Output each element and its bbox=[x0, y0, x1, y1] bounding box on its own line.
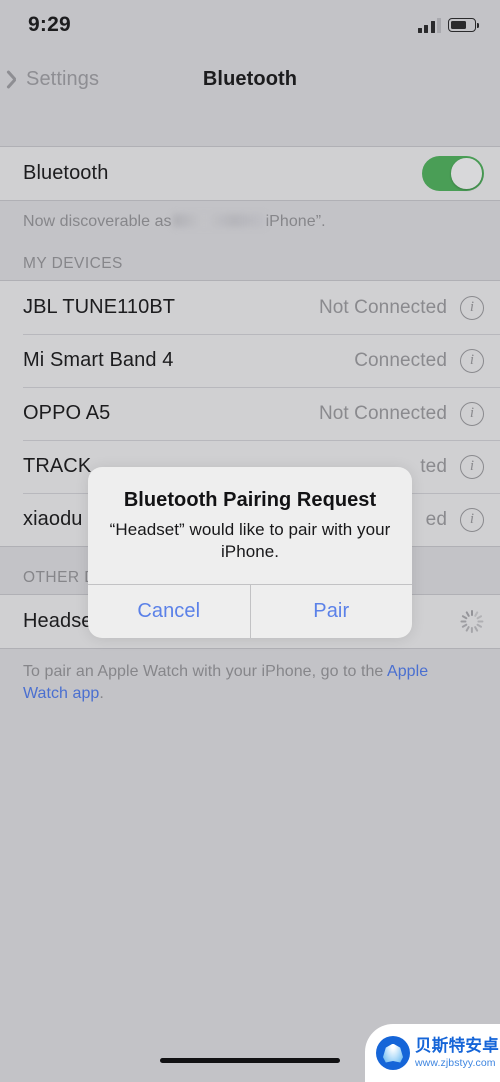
bluetooth-label: Bluetooth bbox=[23, 162, 109, 184]
watermark-text: 贝斯特安卓网 www.zjbstyy.com bbox=[415, 1036, 500, 1069]
site-watermark: 贝斯特安卓网 www.zjbstyy.com bbox=[365, 1024, 500, 1082]
battery-fill bbox=[450, 20, 466, 30]
back-button-label: Settings bbox=[26, 67, 100, 90]
shell-logo-icon bbox=[376, 1036, 410, 1070]
bluetooth-toggle[interactable] bbox=[422, 156, 484, 191]
apple-watch-footer-text: To pair an Apple Watch with your iPhone,… bbox=[23, 663, 387, 680]
status-bar-indicators bbox=[417, 17, 479, 33]
bluetooth-toggle-row[interactable]: Bluetooth bbox=[0, 147, 500, 200]
bluetooth-pairing-request-dialog: Bluetooth Pairing Request “Headset” woul… bbox=[88, 467, 412, 638]
status-bar: 9:29 bbox=[0, 0, 500, 50]
battery-icon bbox=[448, 18, 479, 32]
pair-button[interactable]: Pair bbox=[249, 585, 413, 638]
watermark-site-name: 贝斯特安卓网 bbox=[415, 1036, 500, 1055]
top-spacer bbox=[0, 108, 500, 146]
back-button[interactable]: Settings bbox=[0, 68, 99, 91]
alert-message: “Headset” would like to pair with your i… bbox=[109, 520, 391, 561]
shell-logo-glyph bbox=[383, 1043, 403, 1063]
device-name: TRACK bbox=[23, 455, 92, 477]
device-row-mi-smart-band-4[interactable]: Mi Smart Band 4 Connected i bbox=[0, 334, 500, 387]
status-bar-time: 9:29 bbox=[28, 13, 71, 36]
alert-title: Bluetooth Pairing Request bbox=[123, 489, 377, 511]
discoverable-note-prefix: Now discoverable as bbox=[23, 213, 172, 230]
cancel-button[interactable]: Cancel bbox=[88, 585, 250, 638]
watermark-url: www.zjbstyy.com bbox=[415, 1057, 496, 1069]
apple-watch-footer-end: . bbox=[99, 685, 104, 702]
alert-body: Bluetooth Pairing Request “Headset” woul… bbox=[88, 467, 412, 584]
bluetooth-toggle-group: Bluetooth bbox=[0, 146, 500, 201]
apple-watch-footer: To pair an Apple Watch with your iPhone,… bbox=[0, 649, 500, 705]
chevron-left-icon bbox=[10, 68, 23, 90]
device-name: Mi Smart Band 4 bbox=[23, 349, 174, 371]
info-circle-icon[interactable]: i bbox=[460, 507, 484, 532]
loading-spinner-icon bbox=[460, 610, 484, 634]
navigation-bar: Settings Bluetooth bbox=[0, 50, 500, 108]
device-status: Not Connected bbox=[318, 296, 447, 318]
redacted-device-name bbox=[172, 214, 265, 227]
info-circle-icon[interactable]: i bbox=[460, 348, 484, 373]
cellular-signal-icon bbox=[417, 17, 441, 33]
device-row-oppo-a5[interactable]: OPPO A5 Not Connected i bbox=[0, 387, 500, 440]
my-devices-header: MY DEVICES bbox=[23, 255, 123, 272]
info-circle-icon[interactable]: i bbox=[460, 401, 484, 426]
discoverable-note-suffix: iPhone”. bbox=[265, 213, 326, 230]
device-status: Not Connected bbox=[318, 402, 447, 424]
toggle-knob bbox=[451, 158, 482, 189]
device-name: xiaodu bbox=[23, 508, 83, 530]
device-status: ted bbox=[420, 455, 447, 477]
info-circle-icon[interactable]: i bbox=[460, 295, 484, 320]
device-status: Connected bbox=[354, 349, 447, 371]
device-row-jbl-tune110bt[interactable]: JBL TUNE110BT Not Connected i bbox=[0, 281, 500, 334]
info-circle-icon[interactable]: i bbox=[460, 454, 484, 479]
device-status: ed bbox=[425, 508, 447, 530]
alert-actions: Cancel Pair bbox=[88, 584, 412, 638]
device-name: JBL TUNE110BT bbox=[23, 296, 176, 318]
discoverable-note: Now discoverable as iPhone”. bbox=[0, 201, 500, 233]
device-name: Headset bbox=[23, 610, 99, 632]
home-indicator[interactable] bbox=[160, 1057, 340, 1063]
device-name: OPPO A5 bbox=[23, 402, 111, 424]
